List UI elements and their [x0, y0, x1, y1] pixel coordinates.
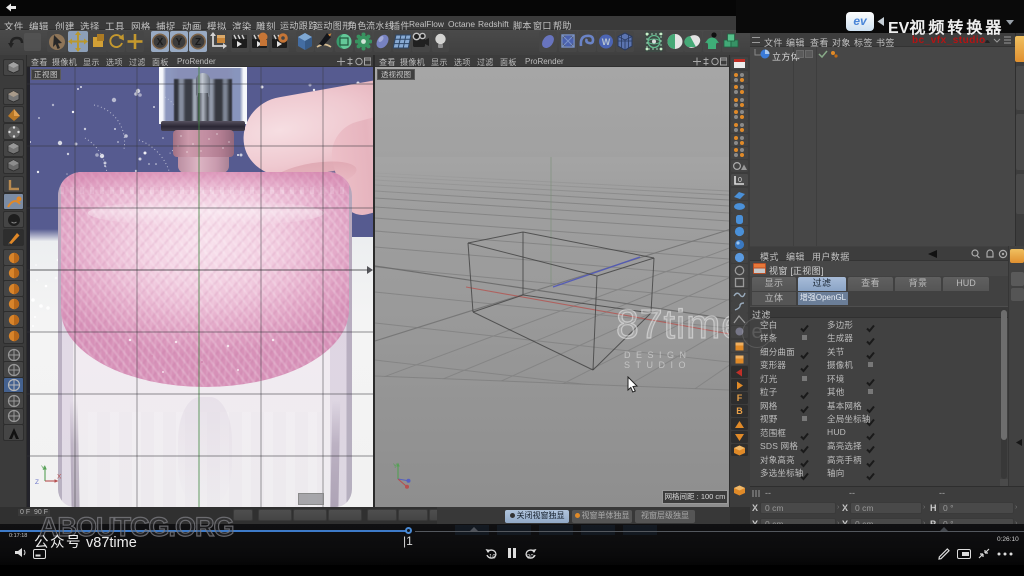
svg-text:Z: Z — [35, 479, 39, 486]
svg-text:Y: Y — [176, 37, 183, 48]
svg-text:W: W — [602, 37, 611, 47]
svg-text:X: X — [57, 474, 62, 481]
svg-text:Y: Y — [393, 463, 398, 470]
svg-text:Z: Z — [195, 37, 201, 48]
svg-text:Y: Y — [41, 465, 46, 472]
svg-text:30: 30 — [527, 555, 534, 560]
svg-text:10: 10 — [489, 555, 496, 560]
svg-text:X: X — [157, 37, 164, 48]
svg-text:0: 0 — [738, 177, 742, 184]
